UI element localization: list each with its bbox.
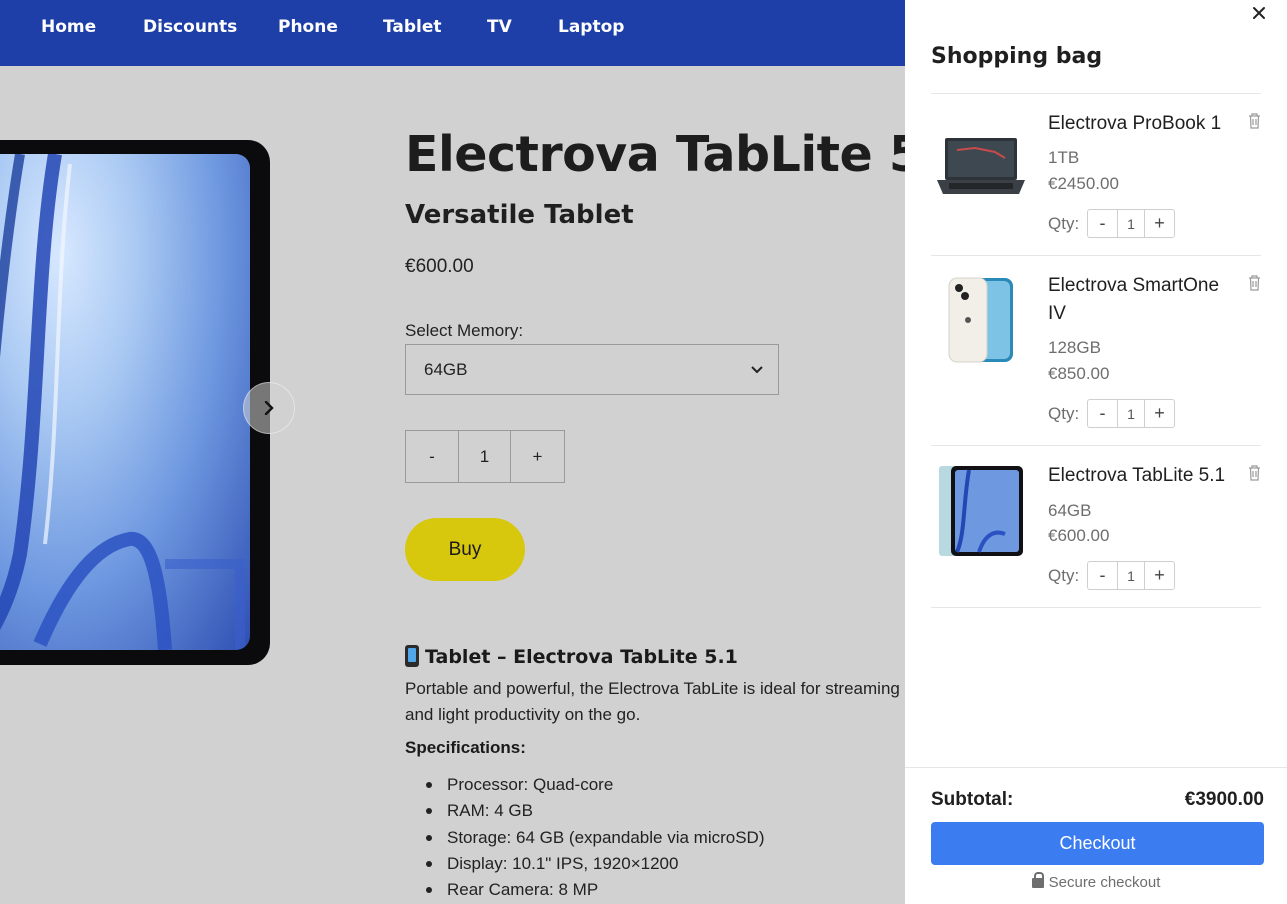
cart-item-qty[interactable]: 1 bbox=[1117, 400, 1145, 427]
qty-label: Qty: bbox=[1048, 404, 1080, 423]
trash-icon[interactable] bbox=[1248, 113, 1261, 129]
shopping-bag-drawer: Shopping bag Electrova ProBook 1 1TB €24… bbox=[905, 0, 1287, 904]
nav-tv[interactable]: TV bbox=[487, 17, 512, 37]
quantity-value[interactable]: 1 bbox=[458, 430, 511, 483]
nav-discounts[interactable]: Discounts bbox=[143, 17, 237, 37]
close-icon[interactable] bbox=[1250, 4, 1268, 22]
lock-icon bbox=[1031, 872, 1044, 888]
spec-item: Display: 10.1" IPS, 1920×1200 bbox=[426, 851, 765, 877]
spec-item: Storage: 64 GB (expandable via microSD) bbox=[426, 825, 765, 851]
divider bbox=[931, 255, 1261, 256]
carousel-next-button[interactable] bbox=[243, 382, 295, 434]
cart-item-price: €600.00 bbox=[1048, 526, 1110, 545]
quantity-decrease-button[interactable]: - bbox=[405, 430, 459, 483]
chevron-right-icon bbox=[264, 401, 274, 415]
decrease-button[interactable]: - bbox=[1088, 210, 1117, 237]
secure-checkout-text: Secure checkout bbox=[1048, 874, 1161, 891]
product-title: Electrova TabLite 5.1 bbox=[405, 126, 975, 183]
nav-laptop[interactable]: Laptop bbox=[558, 17, 624, 37]
phone-icon bbox=[948, 277, 1013, 363]
cart-item-qty[interactable]: 1 bbox=[1117, 562, 1145, 589]
subtotal-label: Subtotal: bbox=[931, 789, 1014, 810]
cart-item-variant: 64GB bbox=[1048, 501, 1092, 520]
specifications-list: Processor: Quad-core RAM: 4 GB Storage: … bbox=[426, 772, 765, 903]
tablet-screen-image bbox=[0, 154, 250, 650]
spec-item: RAM: 4 GB bbox=[426, 798, 765, 824]
laptop-icon bbox=[937, 138, 1025, 194]
memory-select-label: Select Memory: bbox=[405, 321, 524, 340]
cart-item-variant: 1TB bbox=[1048, 148, 1080, 167]
nav-tablet[interactable]: Tablet bbox=[383, 17, 442, 37]
divider bbox=[931, 445, 1261, 446]
product-price: €600.00 bbox=[405, 256, 474, 277]
cart-item-price: €2450.00 bbox=[1048, 174, 1119, 193]
nav-home[interactable]: Home bbox=[41, 17, 96, 37]
secure-checkout-note: Secure checkout bbox=[905, 872, 1287, 891]
decrease-button[interactable]: - bbox=[1088, 562, 1117, 589]
product-description: Portable and powerful, the Electrova Tab… bbox=[405, 679, 900, 724]
increase-button[interactable]: + bbox=[1145, 210, 1174, 237]
buy-button[interactable]: Buy bbox=[405, 518, 525, 581]
product-image bbox=[0, 140, 270, 665]
subtotal-value: €3900.00 bbox=[1184, 789, 1264, 810]
quantity-stepper: - 1 + bbox=[1087, 209, 1175, 238]
shopping-bag-title: Shopping bag bbox=[931, 44, 1103, 69]
quantity-stepper: - 1 + bbox=[1087, 399, 1175, 428]
cart-item-name: Electrova TabLite 5.1 bbox=[1048, 465, 1226, 486]
cart-item-price: €850.00 bbox=[1048, 364, 1110, 383]
memory-select[interactable]: 64GB bbox=[405, 344, 779, 395]
chevron-down-icon bbox=[751, 366, 763, 374]
cart-item-variant: 128GB bbox=[1048, 338, 1101, 357]
description-heading-text: Tablet – Electrova TabLite 5.1 bbox=[425, 646, 738, 668]
spec-item: Processor: Quad-core bbox=[426, 772, 765, 798]
trash-icon[interactable] bbox=[1248, 275, 1261, 291]
cart-item-name: Electrova SmartOne IV bbox=[1048, 275, 1220, 324]
top-navigation: Home Discounts Phone Tablet TV Laptop bbox=[0, 0, 905, 66]
quantity-stepper: - 1 + bbox=[1087, 561, 1175, 590]
nav-phone[interactable]: Phone bbox=[278, 17, 338, 37]
tablet-icon bbox=[939, 466, 1023, 556]
description-heading: Tablet – Electrova TabLite 5.1 bbox=[405, 645, 738, 668]
increase-button[interactable]: + bbox=[1145, 562, 1174, 589]
divider bbox=[905, 767, 1287, 768]
product-subtitle: Versatile Tablet bbox=[405, 200, 634, 230]
decrease-button[interactable]: - bbox=[1088, 400, 1117, 427]
tablet-emoji-icon bbox=[405, 645, 419, 667]
specifications-label: Specifications: bbox=[405, 738, 526, 757]
cart-item-qty[interactable]: 1 bbox=[1117, 210, 1145, 237]
quantity-increase-button[interactable]: + bbox=[510, 430, 565, 483]
divider bbox=[931, 93, 1261, 94]
memory-select-value: 64GB bbox=[424, 359, 468, 379]
qty-label: Qty: bbox=[1048, 214, 1080, 233]
cart-item-name: Electrova ProBook 1 bbox=[1048, 113, 1222, 134]
spec-item: Rear Camera: 8 MP bbox=[426, 877, 765, 903]
trash-icon[interactable] bbox=[1248, 465, 1261, 481]
qty-label: Qty: bbox=[1048, 566, 1080, 585]
divider bbox=[931, 607, 1261, 608]
increase-button[interactable]: + bbox=[1145, 400, 1174, 427]
checkout-button[interactable]: Checkout bbox=[931, 822, 1264, 865]
